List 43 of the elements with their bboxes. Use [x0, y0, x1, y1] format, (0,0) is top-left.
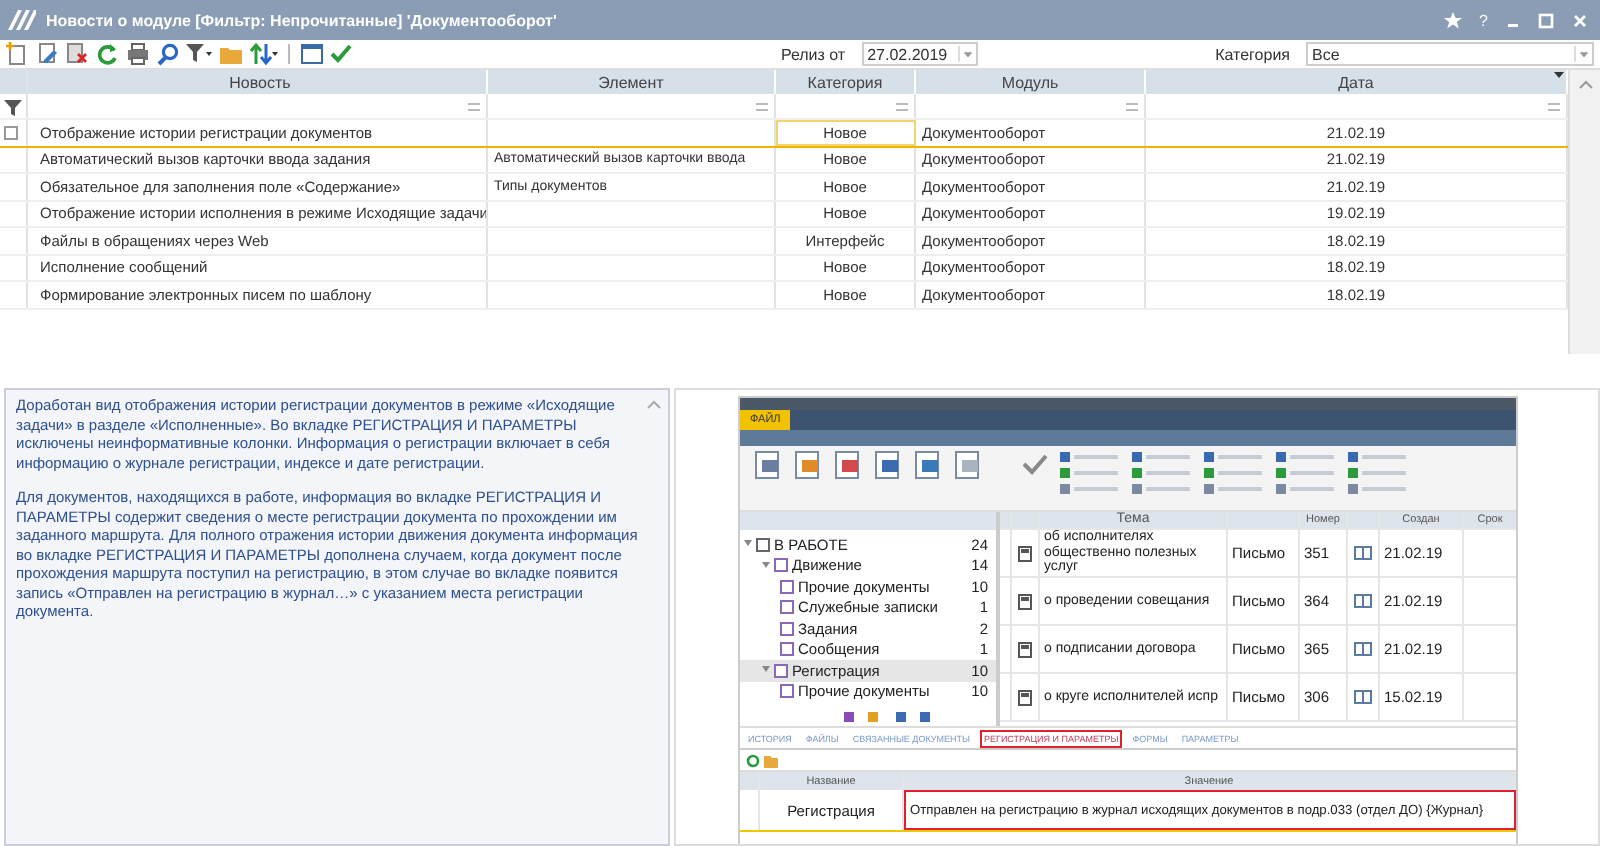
scrollbar[interactable]: [1568, 70, 1600, 354]
window-icon[interactable]: [300, 42, 324, 66]
star-icon[interactable]: [1443, 11, 1462, 29]
scroll-up-icon[interactable]: [646, 398, 662, 410]
date-field[interactable]: 27.02.2019: [861, 42, 978, 66]
expand-icon[interactable]: [762, 666, 770, 675]
search-icon[interactable]: [156, 42, 180, 66]
book-icon: [1354, 546, 1372, 560]
expand-icon[interactable]: [744, 540, 752, 549]
document-icon: [1018, 545, 1032, 561]
window-title: Новости о модуле [Фильтр: Непрочитанные] 'Документооборот': [46, 11, 557, 29]
new-document-icon[interactable]: [6, 42, 30, 66]
release-label: Релиз от: [780, 45, 846, 63]
equals-icon[interactable]: [1126, 101, 1138, 111]
category-field[interactable]: Все: [1306, 42, 1594, 66]
maximize-icon[interactable]: [1538, 11, 1554, 29]
close-icon[interactable]: [1572, 11, 1588, 29]
edit-document-icon[interactable]: [36, 42, 60, 66]
category-label: Категория: [1215, 45, 1290, 63]
equals-icon[interactable]: [468, 101, 480, 111]
sort-icon[interactable]: [250, 42, 278, 66]
checkmark-icon[interactable]: [330, 42, 354, 66]
refresh-icon[interactable]: [746, 753, 760, 767]
equals-icon[interactable]: [896, 101, 908, 111]
book-icon: [1354, 642, 1372, 656]
expand-icon[interactable]: [762, 561, 770, 570]
document-icon: [1018, 593, 1032, 609]
print-icon[interactable]: [126, 42, 150, 66]
document-icon: [1018, 689, 1032, 705]
scroll-up-icon[interactable]: [1577, 76, 1593, 92]
equals-icon[interactable]: [756, 101, 768, 111]
book-icon: [1354, 594, 1372, 608]
checkbox[interactable]: [4, 125, 18, 140]
equals-icon[interactable]: [1548, 101, 1560, 111]
filter-icon[interactable]: [186, 42, 214, 66]
dropdown-arrow-icon[interactable]: [1574, 46, 1592, 62]
sort-indicator-icon: [1554, 72, 1564, 80]
dropdown-arrow-icon[interactable]: [957, 46, 976, 62]
book-icon: [1354, 690, 1372, 704]
delete-document-icon[interactable]: [66, 42, 90, 66]
refresh-icon[interactable]: [96, 42, 120, 66]
document-icon: [1018, 641, 1032, 657]
app-logo-icon: [8, 10, 36, 30]
